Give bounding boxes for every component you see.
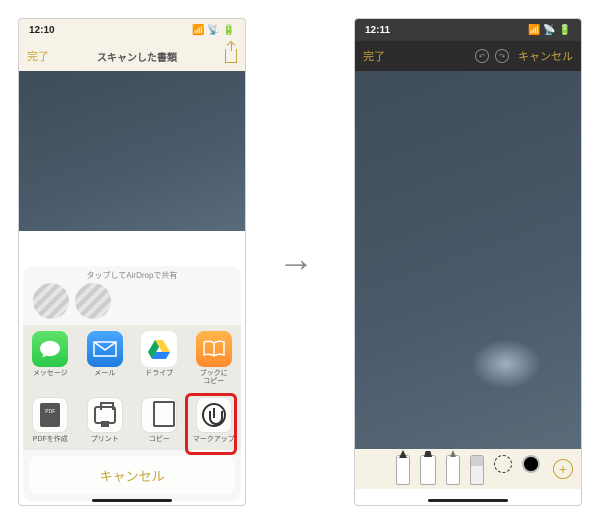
- status-bar: 12:11 📶 📡 🔋: [355, 19, 581, 41]
- cancel-button[interactable]: キャンセル: [518, 48, 573, 64]
- tool-marker[interactable]: [420, 455, 436, 485]
- status-indicators: 📶 📡 🔋: [192, 25, 235, 36]
- airdrop-avatar[interactable]: [75, 283, 111, 319]
- share-actions-row: PDFを作成 プリント コピー マークアップ: [23, 391, 241, 450]
- tool-lasso[interactable]: [494, 455, 512, 473]
- action-markup[interactable]: マークアップ: [187, 397, 242, 444]
- status-time: 12:11: [365, 25, 390, 36]
- status-bar: 12:10 📶 📡 🔋: [19, 19, 245, 41]
- share-app-messages[interactable]: メッセージ: [23, 331, 78, 385]
- status-time: 12:10: [29, 25, 55, 36]
- markup-toolbar: +: [355, 449, 581, 489]
- action-label: コピー: [149, 436, 170, 444]
- undo-icon[interactable]: ↶: [475, 49, 489, 63]
- books-icon: [196, 331, 232, 367]
- document-canvas[interactable]: [355, 71, 581, 449]
- share-sheet: タップしてAirDropで共有 メッセージ メール ドライブ ブックに コピー: [23, 266, 241, 501]
- action-print[interactable]: プリント: [78, 397, 133, 444]
- action-copy[interactable]: コピー: [132, 397, 187, 444]
- add-button[interactable]: +: [553, 459, 573, 479]
- share-icon[interactable]: [225, 49, 237, 63]
- glare: [471, 339, 541, 389]
- markup-icon: [196, 397, 232, 433]
- tool-eraser[interactable]: [470, 455, 484, 485]
- airdrop-avatar[interactable]: [33, 283, 69, 319]
- status-indicators: 📶 📡 🔋: [528, 25, 571, 36]
- done-button[interactable]: 完了: [363, 48, 385, 64]
- share-app-books[interactable]: ブックに コピー: [187, 331, 242, 385]
- nav-bar: 完了 ↶ ↷ キャンセル: [355, 41, 581, 71]
- nav-bar: 完了 スキャンした書類: [19, 41, 245, 71]
- tool-pen[interactable]: [396, 455, 410, 485]
- done-button[interactable]: 完了: [27, 48, 49, 64]
- tool-color[interactable]: [522, 455, 540, 473]
- action-label: マークアップ: [193, 436, 235, 444]
- document-preview: [19, 71, 245, 231]
- arrow-icon: →: [278, 238, 314, 280]
- action-label: PDFを作成: [33, 436, 68, 444]
- drive-icon: [141, 331, 177, 367]
- phone-markup: 12:11 📶 📡 🔋 完了 ↶ ↷ キャンセル +: [354, 18, 582, 506]
- cancel-button[interactable]: キャンセル: [29, 456, 235, 495]
- redo-icon[interactable]: ↷: [495, 49, 509, 63]
- app-label: ブックに コピー: [200, 370, 228, 385]
- action-create-pdf[interactable]: PDFを作成: [23, 397, 78, 444]
- share-apps-row: メッセージ メール ドライブ ブックに コピー: [23, 325, 241, 391]
- messages-icon: [32, 331, 68, 367]
- tool-pencil[interactable]: [446, 455, 460, 485]
- app-label: ドライブ: [145, 370, 173, 378]
- mail-icon: [87, 331, 123, 367]
- home-indicator: [428, 499, 508, 502]
- action-label: プリント: [91, 436, 119, 444]
- print-icon: [87, 397, 123, 433]
- pdf-icon: [32, 397, 68, 433]
- app-label: メッセージ: [33, 370, 68, 378]
- phone-share-sheet: 12:10 📶 📡 🔋 完了 スキャンした書類 タップしてAirDropで共有 …: [18, 18, 246, 506]
- app-label: メール: [94, 370, 115, 378]
- airdrop-row: [23, 283, 241, 325]
- share-app-mail[interactable]: メール: [78, 331, 133, 385]
- home-indicator: [92, 499, 172, 502]
- share-app-drive[interactable]: ドライブ: [132, 331, 187, 385]
- copy-icon: [141, 397, 177, 433]
- airdrop-hint: タップしてAirDropで共有: [23, 266, 241, 283]
- nav-title: スキャンした書類: [97, 49, 177, 64]
